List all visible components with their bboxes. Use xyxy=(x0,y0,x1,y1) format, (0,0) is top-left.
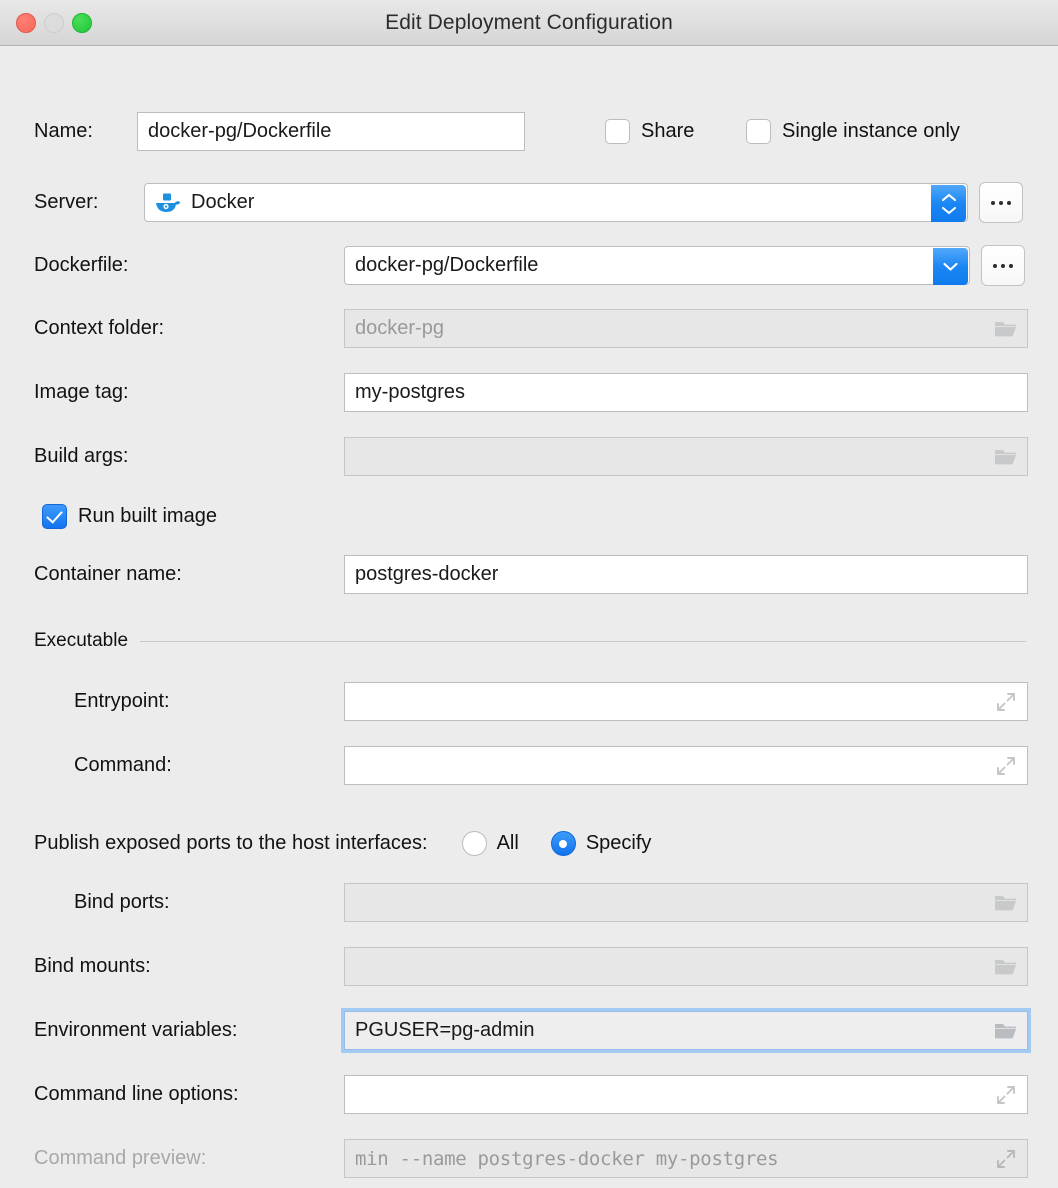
environment-variables-input[interactable]: PGUSER=pg-admin xyxy=(344,1011,1028,1050)
group-separator xyxy=(140,641,1026,642)
bind-ports-label: Bind ports: xyxy=(34,891,344,914)
share-checkbox[interactable]: Share xyxy=(605,119,694,144)
window-title: Edit Deployment Configuration xyxy=(0,11,1058,35)
bind-mounts-row: Bind mounts: xyxy=(34,947,1028,986)
build-args-row: Build args: xyxy=(34,437,1028,476)
dockerfile-combobox[interactable]: docker-pg/Dockerfile xyxy=(344,245,1025,286)
single-instance-label: Single instance only xyxy=(782,120,960,143)
environment-variables-label: Environment variables: xyxy=(34,1019,344,1042)
command-line-options-row: Command line options: xyxy=(34,1075,1028,1114)
name-label: Name: xyxy=(34,120,134,143)
entrypoint-row: Entrypoint: xyxy=(34,682,1028,721)
radio-specify-label: Specify xyxy=(586,832,652,855)
server-label: Server: xyxy=(34,191,144,214)
dockerfile-value: docker-pg/Dockerfile xyxy=(355,254,538,277)
dialog-body: Name: docker-pg/Dockerfile Share Single … xyxy=(0,46,1058,1188)
executable-group-label: Executable xyxy=(34,630,128,652)
name-input[interactable]: docker-pg/Dockerfile xyxy=(137,112,525,151)
command-preview-input: min --name postgres-docker my-postgres xyxy=(344,1139,1028,1178)
command-line-options-input[interactable] xyxy=(344,1075,1028,1114)
environment-variables-row: Environment variables: PGUSER=pg-admin xyxy=(34,1011,1028,1050)
expand-icon[interactable] xyxy=(993,754,1019,778)
context-folder-input: docker-pg xyxy=(344,309,1028,348)
image-tag-row: Image tag: my-postgres xyxy=(34,373,1028,412)
bind-mounts-label: Bind mounts: xyxy=(34,955,344,978)
server-stepper-buttons[interactable] xyxy=(931,185,966,222)
chevron-down-icon xyxy=(942,261,959,272)
radio-all-button[interactable] xyxy=(462,831,487,856)
server-browse-button[interactable] xyxy=(979,182,1023,223)
command-input[interactable] xyxy=(344,746,1028,785)
expand-icon[interactable] xyxy=(993,690,1019,714)
name-value: docker-pg/Dockerfile xyxy=(148,120,331,143)
dockerfile-label: Dockerfile: xyxy=(34,254,344,277)
environment-variables-value: PGUSER=pg-admin xyxy=(355,1019,535,1042)
name-row: Name: docker-pg/Dockerfile xyxy=(34,112,525,151)
entrypoint-input[interactable] xyxy=(344,682,1028,721)
folder-icon[interactable] xyxy=(993,1019,1019,1043)
command-preview-row: Command preview: min --name postgres-doc… xyxy=(34,1139,1028,1178)
folder-icon xyxy=(993,445,1019,469)
dockerfile-browse-button[interactable] xyxy=(981,245,1025,286)
executable-group-header: Executable xyxy=(34,630,1026,652)
folder-icon xyxy=(993,955,1019,979)
build-args-label: Build args: xyxy=(34,445,344,468)
context-folder-value: docker-pg xyxy=(355,317,444,340)
server-combobox[interactable]: Docker xyxy=(144,182,1023,223)
entrypoint-label: Entrypoint: xyxy=(34,690,344,713)
bind-ports-input xyxy=(344,883,1028,922)
server-combobox-field[interactable]: Docker xyxy=(144,183,968,222)
docker-whale-icon xyxy=(155,192,181,214)
single-instance-only-checkbox[interactable]: Single instance only xyxy=(746,119,960,144)
publish-ports-radio-specify[interactable]: Specify xyxy=(551,831,652,856)
publish-ports-row: Publish exposed ports to the host interf… xyxy=(34,831,651,856)
window-titlebar: Edit Deployment Configuration xyxy=(0,0,1058,46)
run-built-image-checkbox-box[interactable] xyxy=(42,504,67,529)
chevron-up-icon xyxy=(941,193,957,203)
edit-deployment-configuration-dialog: Edit Deployment Configuration Name: dock… xyxy=(0,0,1058,1188)
expand-icon xyxy=(993,1147,1019,1171)
run-built-image-label: Run built image xyxy=(78,505,217,528)
image-tag-value: my-postgres xyxy=(355,381,465,404)
dockerfile-dropdown-button[interactable] xyxy=(933,248,968,285)
dockerfile-combobox-field[interactable]: docker-pg/Dockerfile xyxy=(344,246,970,285)
command-preview-label: Command preview: xyxy=(34,1147,344,1170)
server-value: Docker xyxy=(191,191,254,214)
container-name-value: postgres-docker xyxy=(355,563,498,586)
command-row: Command: xyxy=(34,746,1028,785)
container-name-input[interactable]: postgres-docker xyxy=(344,555,1028,594)
build-args-input xyxy=(344,437,1028,476)
radio-specify-button[interactable] xyxy=(551,831,576,856)
folder-icon xyxy=(993,317,1019,341)
image-tag-label: Image tag: xyxy=(34,381,344,404)
command-line-options-label: Command line options: xyxy=(34,1083,344,1106)
single-instance-checkbox-box[interactable] xyxy=(746,119,771,144)
image-tag-input[interactable]: my-postgres xyxy=(344,373,1028,412)
run-built-image-checkbox[interactable]: Run built image xyxy=(42,504,217,529)
server-row: Server: Docker xyxy=(34,182,1023,223)
command-label: Command: xyxy=(34,754,344,777)
context-folder-row: Context folder: docker-pg xyxy=(34,309,1028,348)
dockerfile-row: Dockerfile: docker-pg/Dockerfile xyxy=(34,245,1025,286)
chevron-down-icon xyxy=(941,205,957,215)
folder-icon xyxy=(993,891,1019,915)
share-label: Share xyxy=(641,120,694,143)
share-checkbox-box[interactable] xyxy=(605,119,630,144)
publish-ports-radio-all[interactable]: All xyxy=(462,831,519,856)
publish-ports-label: Publish exposed ports to the host interf… xyxy=(34,832,428,855)
context-folder-label: Context folder: xyxy=(34,317,344,340)
command-preview-value: min --name postgres-docker my-postgres xyxy=(355,1148,778,1170)
bind-mounts-input xyxy=(344,947,1028,986)
bind-ports-row: Bind ports: xyxy=(34,883,1028,922)
container-name-label: Container name: xyxy=(34,563,344,586)
container-name-row: Container name: postgres-docker xyxy=(34,555,1028,594)
expand-icon[interactable] xyxy=(993,1083,1019,1107)
radio-all-label: All xyxy=(497,832,519,855)
